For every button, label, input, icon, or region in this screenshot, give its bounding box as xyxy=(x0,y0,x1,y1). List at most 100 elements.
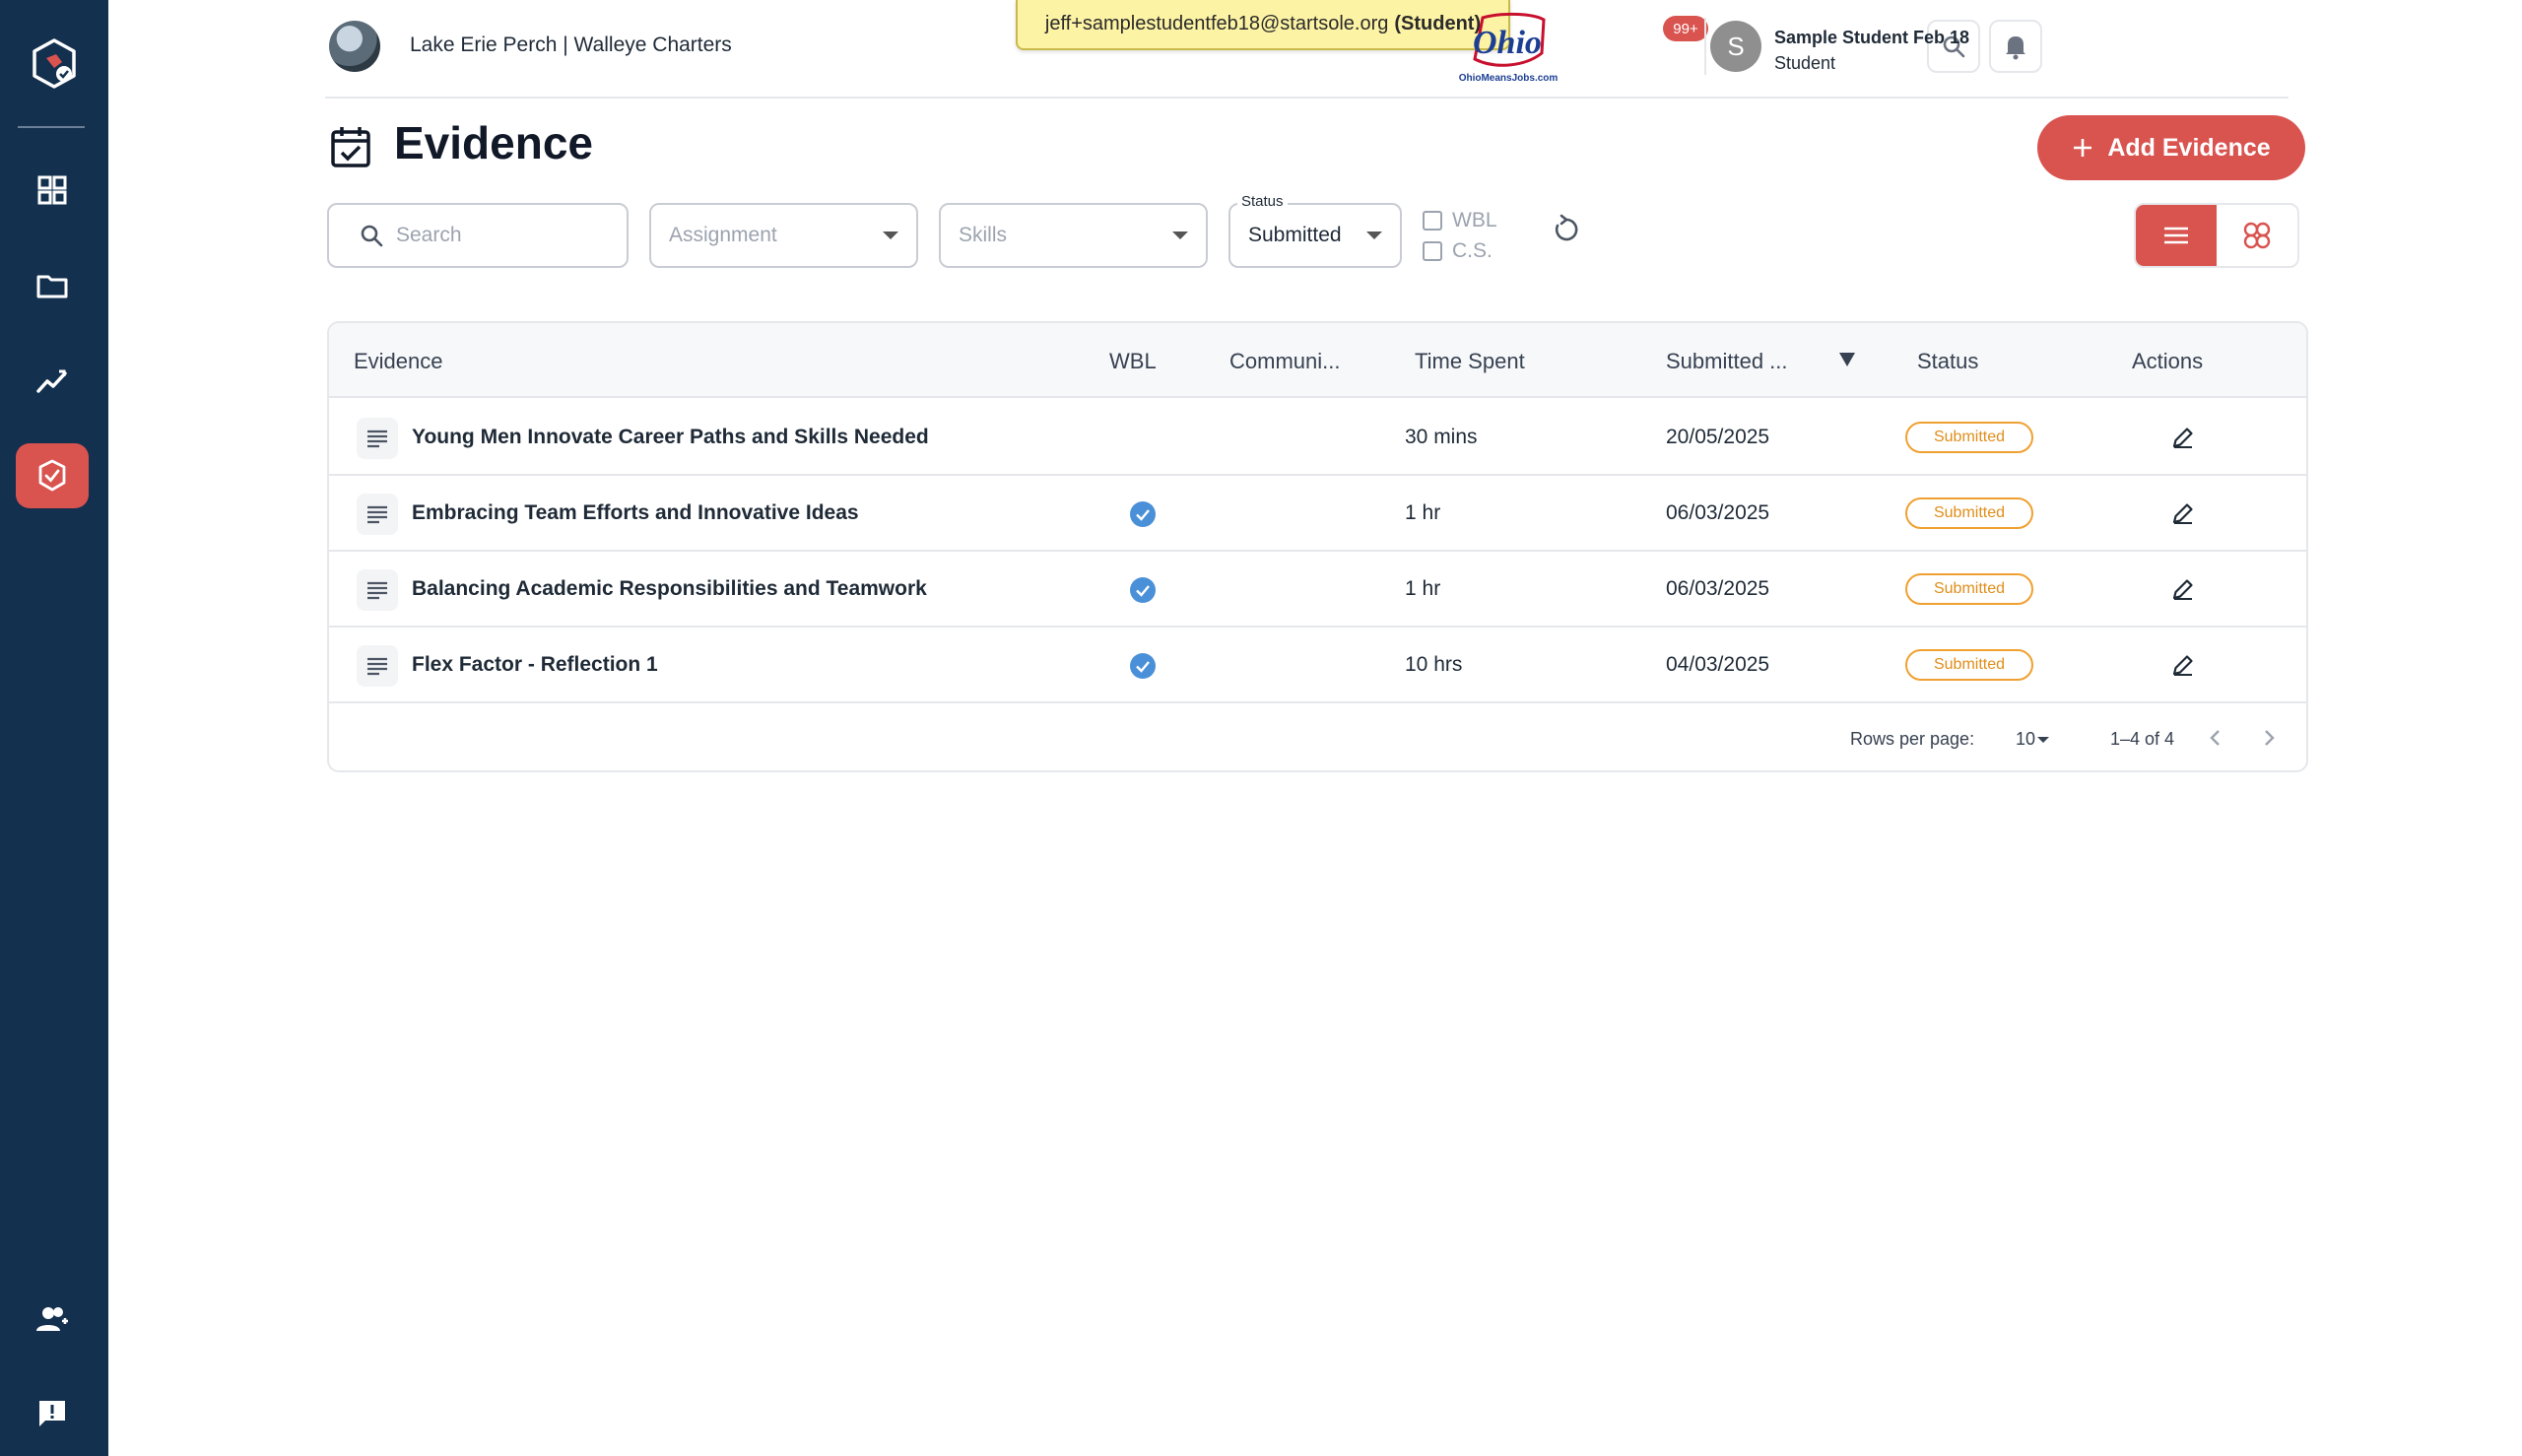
notifications-button[interactable] xyxy=(1989,20,2042,73)
edit-pencil-icon[interactable] xyxy=(2169,424,2197,451)
user-role: Student xyxy=(1774,53,1836,73)
edit-pencil-icon[interactable] xyxy=(2169,575,2197,603)
table-header: Evidence WBL Communi... Time Spent Submi… xyxy=(329,323,2306,398)
skills-select[interactable]: Skills xyxy=(939,203,1208,268)
evidence-title[interactable]: Young Men Innovate Career Paths and Skil… xyxy=(412,426,929,449)
org-avatar xyxy=(329,21,380,72)
reset-filters-icon[interactable] xyxy=(1550,213,1583,246)
column-header-status[interactable]: Status xyxy=(1917,349,1978,374)
skills-placeholder: Skills xyxy=(959,224,1008,246)
chevron-down-icon[interactable] xyxy=(2037,737,2049,743)
previous-page-icon[interactable] xyxy=(2201,723,2230,753)
view-toggle xyxy=(2134,203,2299,268)
list-view-button[interactable] xyxy=(2136,205,2217,266)
wbl-checkbox[interactable]: WBL xyxy=(1423,209,1497,232)
wbl-check-icon xyxy=(1130,653,1156,679)
sidebar-item-dashboard[interactable] xyxy=(16,158,89,223)
search-placeholder: Search xyxy=(396,224,462,246)
column-header-wbl[interactable]: WBL xyxy=(1109,349,1157,374)
status-select-value: Submitted xyxy=(1248,224,1342,246)
assignment-select[interactable]: Assignment xyxy=(649,203,918,268)
table-row[interactable]: Balancing Academic Responsibilities and … xyxy=(329,552,2306,628)
evidence-table: Evidence WBL Communi... Time Spent Submi… xyxy=(327,321,2308,772)
add-evidence-label: Add Evidence xyxy=(2107,133,2271,162)
assignment-placeholder: Assignment xyxy=(669,224,777,246)
sidebar xyxy=(0,0,108,1456)
time-spent: 10 hrs xyxy=(1405,653,1463,676)
status-badge: Submitted xyxy=(1905,573,2033,605)
text-document-icon xyxy=(357,569,398,611)
folder-icon xyxy=(36,275,68,298)
time-spent: 30 mins xyxy=(1405,426,1478,448)
sidebar-item-progress[interactable] xyxy=(16,349,89,414)
sidebar-item-feedback[interactable] xyxy=(16,1381,89,1446)
time-spent: 1 hr xyxy=(1405,577,1441,600)
user-name[interactable]: Sample Student Feb 18 xyxy=(1774,28,1969,48)
text-document-icon xyxy=(357,418,398,459)
pagination-range: 1–4 of 4 xyxy=(2110,729,2175,749)
search-input[interactable]: Search xyxy=(327,203,629,268)
logo-text: Ohio xyxy=(1473,25,1542,61)
app-logo-icon[interactable] xyxy=(27,36,82,92)
wbl-check-icon xyxy=(1130,577,1156,603)
submitted-date: 06/03/2025 xyxy=(1666,577,1770,600)
edit-pencil-icon[interactable] xyxy=(2169,499,2197,527)
sort-desc-icon[interactable] xyxy=(1839,353,1855,366)
column-header-community[interactable]: Communi... xyxy=(1229,349,1340,374)
chevron-down-icon xyxy=(1172,232,1188,239)
table-row[interactable]: Young Men Innovate Career Paths and Skil… xyxy=(329,400,2306,476)
time-spent: 1 hr xyxy=(1405,501,1441,524)
grid-view-button[interactable] xyxy=(2217,205,2297,266)
cs-checkbox[interactable]: C.S. xyxy=(1423,239,1493,263)
add-user-icon xyxy=(36,1307,68,1331)
status-badge: Submitted xyxy=(1905,649,2033,681)
plus-icon xyxy=(2074,139,2092,157)
next-page-icon[interactable] xyxy=(2254,723,2284,753)
text-document-icon xyxy=(357,494,398,535)
column-header-evidence[interactable]: Evidence xyxy=(354,349,443,374)
status-badge: Submitted xyxy=(1905,422,2033,453)
user-separator xyxy=(1704,18,1706,75)
notification-badge: 99+ xyxy=(1663,16,1708,41)
checkbox-box[interactable] xyxy=(1423,211,1442,231)
rows-per-page-label: Rows per page: xyxy=(1850,729,1975,749)
search-field-icon xyxy=(361,225,383,247)
submitted-date: 20/05/2025 xyxy=(1666,426,1770,448)
edit-pencil-icon[interactable] xyxy=(2169,651,2197,679)
text-document-icon xyxy=(357,645,398,687)
evidence-title[interactable]: Balancing Academic Responsibilities and … xyxy=(412,577,927,601)
pagination: Rows per page: 10 1–4 of 4 xyxy=(329,705,2306,770)
add-evidence-button[interactable]: Add Evidence xyxy=(2037,115,2305,180)
rows-per-page-select[interactable]: 10 xyxy=(2016,729,2035,750)
trending-chart-icon xyxy=(36,369,67,393)
wbl-check-icon xyxy=(1130,501,1156,527)
column-header-actions: Actions xyxy=(2132,349,2204,373)
column-header-time-spent[interactable]: Time Spent xyxy=(1415,349,1525,374)
impersonation-banner: jeff+samplestudentfeb18@startsole.org (S… xyxy=(1016,0,1510,50)
user-avatar[interactable]: S xyxy=(1710,21,1761,72)
logo-subtext: OhioMeansJobs.com xyxy=(1459,73,1559,84)
chevron-down-icon xyxy=(883,232,898,239)
evidence-badge-icon xyxy=(38,459,66,492)
page-title: Evidence xyxy=(394,117,593,168)
table-row[interactable]: Embracing Team Efforts and Innovative Id… xyxy=(329,476,2306,552)
cs-checkbox-label: C.S. xyxy=(1452,239,1493,262)
evidence-title[interactable]: Flex Factor - Reflection 1 xyxy=(412,653,658,677)
status-select[interactable]: Submitted xyxy=(1228,203,1402,268)
sidebar-divider xyxy=(18,126,85,128)
checkbox-box[interactable] xyxy=(1423,241,1442,261)
sidebar-item-portfolio[interactable] xyxy=(16,253,89,318)
submitted-date: 04/03/2025 xyxy=(1666,653,1770,676)
column-header-submitted[interactable]: Submitted ... xyxy=(1666,349,1788,374)
feedback-icon xyxy=(39,1401,65,1426)
chevron-down-icon xyxy=(1366,232,1382,239)
calendar-check-icon xyxy=(331,127,370,167)
evidence-title[interactable]: Embracing Team Efforts and Innovative Id… xyxy=(412,501,859,525)
impersonation-email: jeff+samplestudentfeb18@startsole.org xyxy=(1044,13,1389,34)
sidebar-item-evidence[interactable] xyxy=(16,443,89,508)
table-row[interactable]: Flex Factor - Reflection 1 10 hrs 04/03/20… xyxy=(329,628,2306,703)
sidebar-item-invite[interactable] xyxy=(16,1287,89,1352)
status-select-label: Status xyxy=(1237,193,1288,210)
wbl-checkbox-label: WBL xyxy=(1452,209,1497,232)
org-name[interactable]: Lake Erie Perch | Walleye Charters xyxy=(410,33,732,57)
